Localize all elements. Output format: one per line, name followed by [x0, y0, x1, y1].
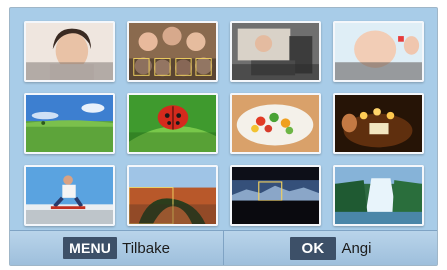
- thumbnail-skater-jump[interactable]: [24, 165, 115, 226]
- thumbnail-group-faces[interactable]: [127, 21, 218, 82]
- confirm-label: Angi: [341, 239, 372, 257]
- thumbnail-green-landscape[interactable]: [24, 93, 115, 154]
- thumbnail-ladybug-leaf[interactable]: [127, 93, 218, 154]
- scene-selection-screen: MENU Tilbake OK Angi: [9, 7, 438, 266]
- thumbnail-baby-smiling[interactable]: [333, 21, 424, 82]
- thumbnail-child-photo-frames[interactable]: [230, 21, 321, 82]
- menu-key[interactable]: MENU: [63, 237, 118, 259]
- thumbnail-birthday-candles[interactable]: [333, 93, 424, 154]
- back-label: Tilbake: [122, 239, 170, 257]
- back-control[interactable]: MENU Tilbake: [10, 231, 223, 265]
- thumbnail-portrait-woman[interactable]: [24, 21, 115, 82]
- thumbnail-canyon-bend[interactable]: [127, 165, 218, 226]
- thumbnail-waterfall[interactable]: [333, 165, 424, 226]
- thumbnail-night-panorama[interactable]: [230, 165, 321, 226]
- ok-key[interactable]: OK: [289, 236, 337, 260]
- thumbnail-grid: [24, 21, 424, 226]
- confirm-control[interactable]: OK Angi: [224, 231, 437, 265]
- thumbnail-salad-plate[interactable]: [230, 93, 321, 154]
- bottom-button-bar: MENU Tilbake OK Angi: [10, 230, 437, 265]
